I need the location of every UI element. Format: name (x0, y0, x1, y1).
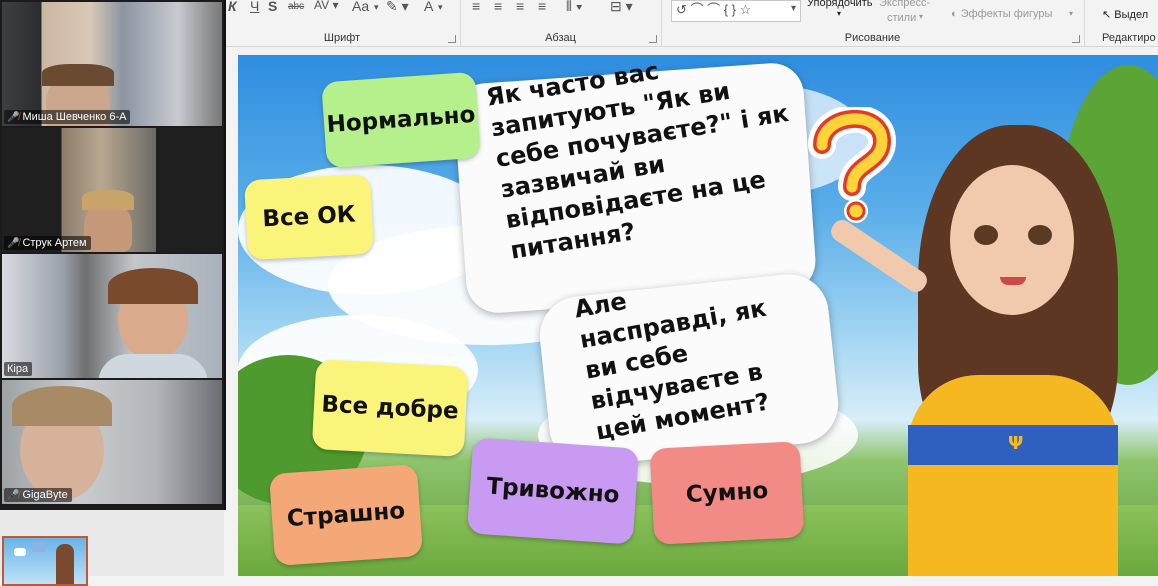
font-color-button[interactable]: A (424, 0, 433, 14)
character-illustration: Ψ (827, 125, 1138, 576)
answer-label: Все ОК (261, 201, 357, 233)
character-mouth (1000, 277, 1026, 285)
quick-styles-label-1[interactable]: Экспресс- (879, 0, 930, 9)
trident-icon: Ψ (1008, 433, 1024, 454)
slide-thumbnail-pane (0, 510, 224, 586)
participant-name: GigaByte (22, 489, 68, 501)
drawing-group: ↺ ⌒ ⌒ { } ☆ ▾ Упорядочить ▾ Экспресс- ст… (661, 0, 1085, 46)
answer-label: Все добре (320, 391, 460, 425)
char-spacing-icon[interactable]: AV ▾ (314, 0, 338, 12)
character-eye (1028, 225, 1052, 245)
drawing-group-label: Рисование (844, 32, 901, 44)
font-group: К Ч S abc AV ▾ Aa ▾ ✎ ▾ A ▾ Шрифт (224, 0, 461, 46)
shape-effects-button[interactable]: ◐ Эффекты фигуры (951, 8, 1052, 20)
answer-bubble: Страшно (268, 463, 424, 567)
answer-bubble: Все ОК (243, 173, 375, 261)
shapes-icon[interactable]: ↺ ⌒ ⌒ { } ☆ (676, 0, 751, 18)
font-case-button[interactable]: Aa (352, 0, 369, 14)
paragraph-group: ≡ ≡ ≡ ≡ ⫴ ▾ ⊟ ▾ Абзац (460, 0, 662, 46)
answer-label: Нормально (325, 101, 477, 139)
character-sweater (908, 375, 1118, 576)
italic-button[interactable]: К (228, 0, 237, 14)
participant-hair (108, 268, 198, 304)
character-face (950, 165, 1074, 315)
answer-label: Сумно (685, 477, 769, 509)
ribbon: К Ч S abc AV ▾ Aa ▾ ✎ ▾ A ▾ Шрифт ≡ ≡ ≡ … (224, 0, 1158, 47)
shadow-button[interactable]: S (268, 0, 277, 14)
slide-thumbnail[interactable] (2, 536, 88, 586)
underline-button[interactable]: Ч (250, 0, 259, 14)
text-direction-icon[interactable]: ⊟ ▾ (610, 0, 633, 15)
answer-bubble: Тривожно (466, 437, 640, 545)
shapes-gallery[interactable]: ↺ ⌒ ⌒ { } ☆ (671, 0, 801, 22)
chevron-down-icon: ▾ (1069, 9, 1074, 18)
align-left-icon[interactable]: ≡ (472, 0, 480, 14)
participant-name-tag: Кіра (4, 362, 33, 376)
answer-label: Страшно (286, 497, 406, 533)
followup-text: Але насправді, як ви себе відчуваєте в ц… (572, 286, 772, 446)
quick-styles-label-2[interactable]: стили (887, 12, 916, 24)
align-right-icon[interactable]: ≡ (516, 0, 524, 14)
align-center-icon[interactable]: ≡ (494, 0, 502, 14)
select-label: Выдел (1114, 9, 1149, 21)
slide-canvas[interactable]: Як часто вас запитують "Як ви себе почув… (238, 55, 1158, 576)
thumb-bubble (32, 542, 46, 552)
video-tile[interactable]: 🎤̸ Миша Шевченко 6-А (2, 2, 222, 126)
chevron-down-icon[interactable]: ▾ (438, 2, 443, 13)
participant-name-tag: 🎤̸ GigaByte (4, 488, 72, 502)
strikethrough-button[interactable]: abc (288, 1, 304, 12)
chevron-down-icon[interactable]: ▾ (837, 9, 841, 18)
chevron-down-icon[interactable]: ▾ (374, 2, 379, 13)
thumb-bubble (14, 548, 26, 556)
participant-name-tag: 🎤̸ Струк Артем (4, 236, 91, 250)
cursor-icon: ↖ (1102, 9, 1115, 21)
mic-muted-icon: 🎤̸ (7, 238, 20, 249)
thumb-character (56, 544, 74, 584)
character-pointing-arm (827, 216, 931, 296)
editing-group: ↖ Выдел Редактиро (1084, 0, 1158, 46)
video-tile[interactable]: 🎤̸ Струк Артем (2, 128, 222, 252)
gallery-scroll-icon[interactable]: ▾ (791, 3, 796, 14)
participant-name: Кіра (7, 363, 29, 375)
arrange-button[interactable]: Упорядочить (807, 0, 872, 9)
dialog-launcher-icon[interactable] (448, 35, 456, 43)
font-group-label: Шрифт (323, 32, 361, 44)
answer-bubble: Все добре (311, 359, 469, 457)
paragraph-group-label: Абзац (545, 32, 576, 44)
justify-icon[interactable]: ≡ (538, 0, 546, 14)
mic-muted-icon: 🎤̸ (7, 112, 20, 123)
video-gallery: 🎤̸ Миша Шевченко 6-А 🎤̸ Струк Артем Кіра 🎤… (0, 0, 226, 510)
participant-hair (12, 386, 112, 426)
answer-bubble: Нормально (321, 71, 481, 169)
participant-hair (82, 190, 134, 210)
participant-name: Миша Шевченко 6-А (22, 111, 127, 123)
question-mark-icon (804, 105, 900, 227)
editing-group-label: Редактиро (1102, 32, 1156, 44)
participant-name: Струк Артем (22, 237, 87, 249)
columns-icon[interactable]: ⫴ ▾ (566, 0, 583, 15)
shape-effects-icon: ◐ (951, 8, 961, 20)
video-tile[interactable]: 🎤̸ GigaByte (2, 380, 222, 504)
select-button[interactable]: ↖ Выдел (1102, 8, 1148, 21)
dialog-launcher-icon[interactable] (1072, 35, 1080, 43)
participant-clothes (98, 354, 208, 378)
character-eye (974, 225, 998, 245)
dialog-launcher-icon[interactable] (649, 35, 657, 43)
answer-label: Тривожно (485, 473, 621, 509)
mic-muted-icon: 🎤̸ (7, 490, 20, 501)
video-tile[interactable]: Кіра (2, 254, 222, 378)
shape-effects-label: Эффекты фигуры (960, 8, 1053, 20)
answer-bubble: Сумно (649, 441, 805, 545)
participant-name-tag: 🎤̸ Миша Шевченко 6-А (4, 110, 131, 124)
chevron-down-icon: ▾ (919, 12, 924, 21)
participant-hair (42, 64, 114, 86)
highlight-icon[interactable]: ✎ ▾ (386, 0, 409, 15)
